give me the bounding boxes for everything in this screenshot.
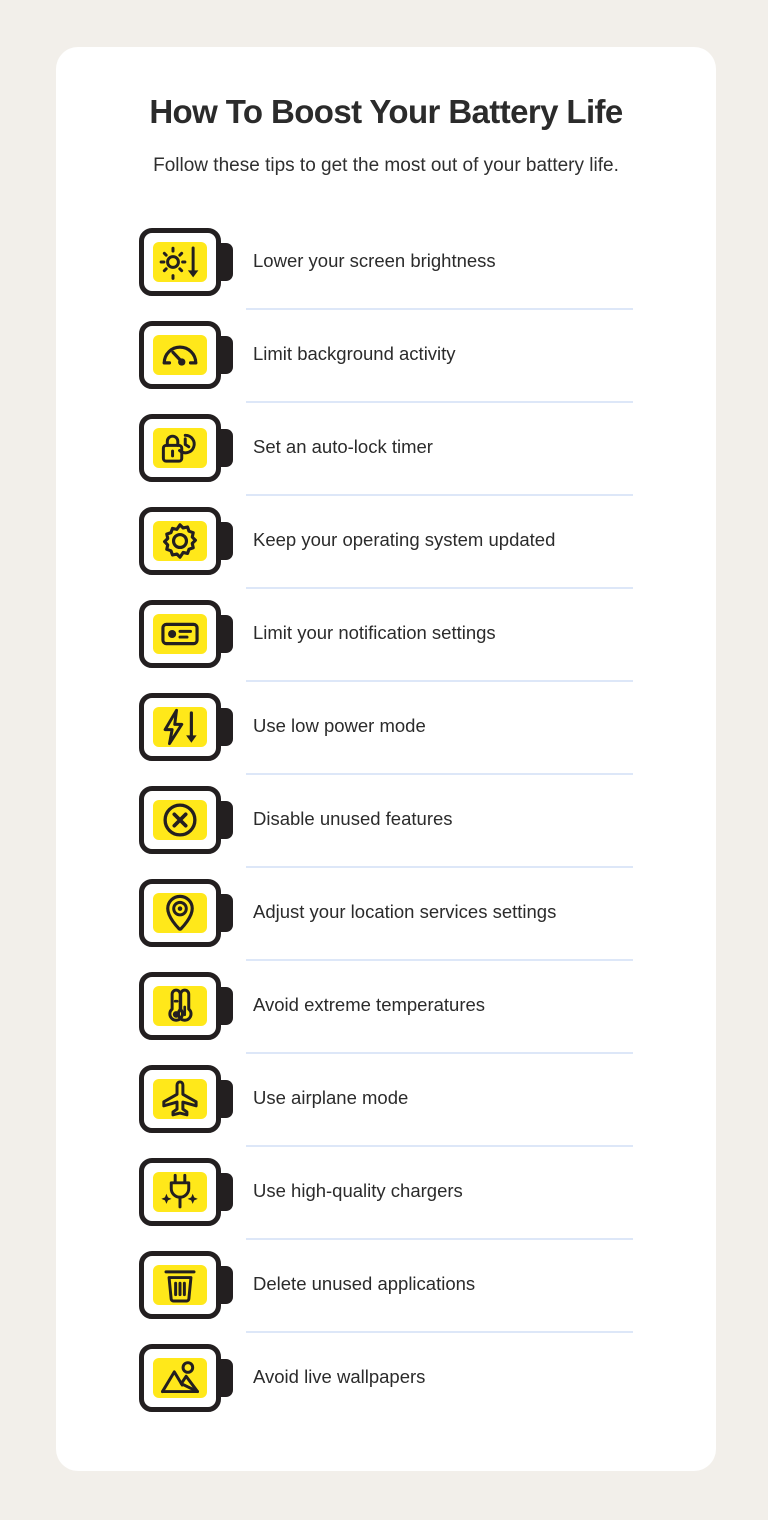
battery-icon-frame	[139, 1331, 239, 1424]
list-item-label: Use high-quality chargers	[253, 1180, 463, 1202]
list-item: Use low power mode	[139, 680, 633, 773]
battery-icon-frame	[139, 1238, 239, 1331]
page-title: How To Boost Your Battery Life	[149, 93, 623, 130]
circle-x-icon	[163, 802, 197, 837]
battery-terminal	[220, 614, 233, 653]
battery-icon-frame	[139, 308, 239, 401]
battery-icon-frame	[139, 1052, 239, 1145]
tips-list: Lower your screen brightness Limit backg…	[139, 215, 633, 1424]
battery-terminal	[220, 893, 233, 932]
list-item: Limit background activity	[139, 308, 633, 401]
battery-icon-frame	[139, 401, 239, 494]
list-item-label: Disable unused features	[253, 808, 453, 830]
list-item: Use high-quality chargers	[139, 1145, 633, 1238]
list-item: Lower your screen brightness	[139, 215, 633, 308]
list-item: Set an auto-lock timer	[139, 401, 633, 494]
list-item-label: Lower your screen brightness	[253, 250, 496, 272]
battery-icon-frame	[139, 215, 239, 308]
gear-icon	[163, 522, 197, 559]
battery-icon-frame	[139, 587, 239, 680]
battery-icon-frame	[139, 494, 239, 587]
lock-clock-icon	[161, 433, 196, 463]
thermometers-icon	[168, 988, 193, 1022]
brightness-down-icon	[159, 246, 199, 280]
battery-terminal	[220, 242, 233, 281]
list-item-label: Keep your operating system updated	[253, 529, 556, 551]
battery-icon-frame	[139, 1145, 239, 1238]
list-item: Avoid extreme temperatures	[139, 959, 633, 1052]
list-item-label: Delete unused applications	[253, 1273, 476, 1295]
list-item-label: Avoid live wallpapers	[253, 1366, 426, 1388]
battery-terminal	[220, 335, 233, 374]
battery-terminal	[220, 1079, 233, 1118]
battery-terminal	[220, 800, 233, 839]
list-item-label: Limit your notification settings	[253, 622, 496, 644]
list-item: Keep your operating system updated	[139, 494, 633, 587]
list-item-label: Set an auto-lock timer	[253, 436, 433, 458]
image-photo-icon	[161, 1360, 199, 1393]
battery-icon-frame	[139, 866, 239, 959]
trash-can-icon	[164, 1269, 196, 1302]
gauge-icon	[162, 345, 198, 366]
battery-terminal	[220, 707, 233, 746]
list-item: Adjust your location services settings	[139, 866, 633, 959]
infographic-card: How To Boost Your Battery Life Follow th…	[56, 47, 716, 1471]
bolt-down-arrow-icon	[163, 708, 197, 745]
list-item-label: Use airplane mode	[253, 1087, 409, 1109]
battery-icon-frame	[139, 959, 239, 1052]
plug-sparkle-icon	[161, 1173, 198, 1208]
battery-terminal	[220, 1172, 233, 1211]
list-item: Delete unused applications	[139, 1238, 633, 1331]
list-item-label: Avoid extreme temperatures	[253, 994, 486, 1016]
battery-terminal	[220, 428, 233, 467]
battery-terminal	[220, 1265, 233, 1304]
down-arrow-head	[187, 269, 199, 277]
list-item: Avoid live wallpapers	[139, 1331, 633, 1424]
battery-terminal	[220, 521, 233, 560]
battery-terminal	[220, 1358, 233, 1397]
battery-terminal	[220, 986, 233, 1025]
page-subtitle: Follow these tips to get the most out of…	[153, 155, 619, 176]
airplane-icon	[162, 1079, 198, 1116]
list-item-label: Use low power mode	[253, 715, 426, 737]
location-pin-icon	[166, 894, 194, 931]
list-item-label: Limit background activity	[253, 343, 456, 365]
list-item: Use airplane mode	[139, 1052, 633, 1145]
battery-icon-frame	[139, 680, 239, 773]
notification-card-icon	[161, 622, 199, 645]
list-item: Disable unused features	[139, 773, 633, 866]
battery-icon-frame	[139, 773, 239, 866]
list-item-label: Adjust your location services settings	[253, 901, 557, 923]
list-item: Limit your notification settings	[139, 587, 633, 680]
